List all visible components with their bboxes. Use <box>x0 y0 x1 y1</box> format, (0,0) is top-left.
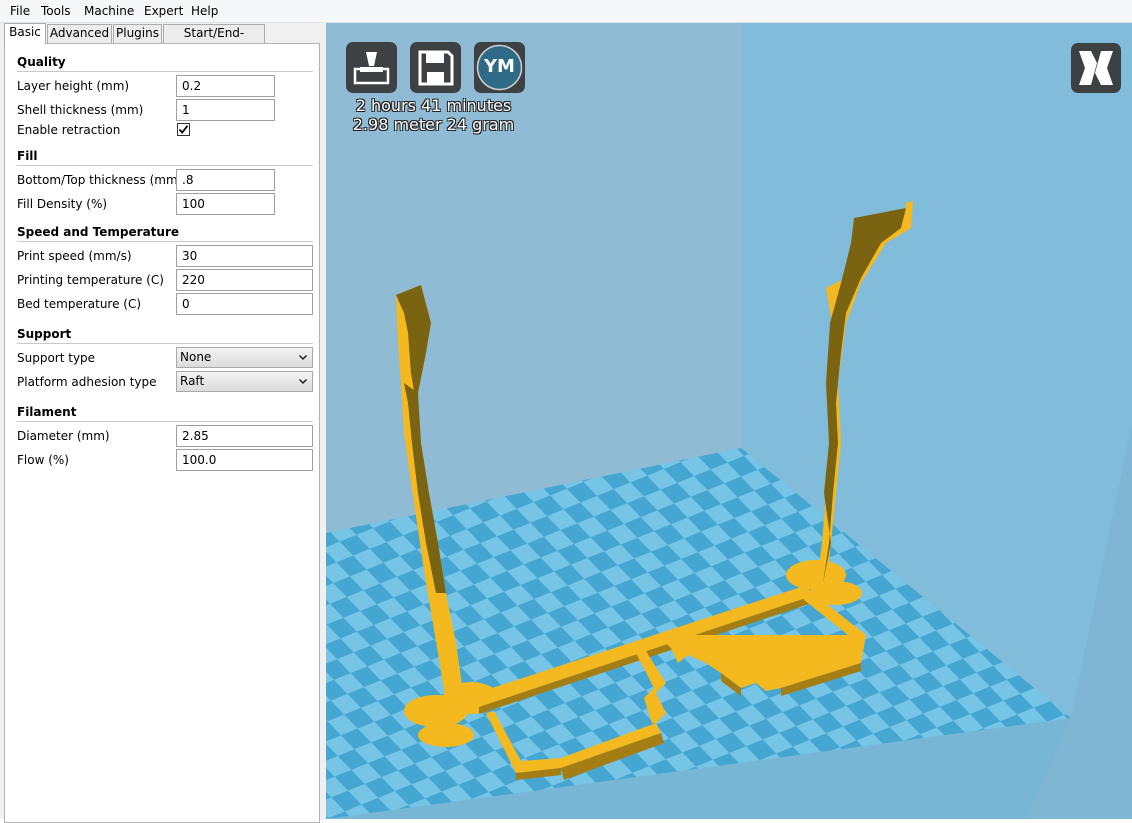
view-mode-button[interactable] <box>1071 43 1121 93</box>
build-volume-scene <box>326 23 1132 819</box>
bed-temperature-input[interactable] <box>176 293 313 315</box>
shell-thickness-label: Shell thickness (mm) <box>17 103 144 117</box>
retraction-label: Enable retraction <box>17 123 121 137</box>
save-toolpath-button[interactable] <box>410 42 461 93</box>
section-quality-header: Quality <box>17 55 66 69</box>
tab-basic[interactable]: Basic <box>4 23 46 44</box>
menu-bar: File Tools Machine Expert Help <box>0 0 1132 23</box>
youmagine-label: YM <box>484 56 515 77</box>
checkmark-icon <box>178 125 189 134</box>
menu-tools[interactable]: Tools <box>41 4 71 18</box>
tab-start-end-gcode[interactable]: Start/End-GCode <box>163 24 265 57</box>
platform-adhesion-label: Platform adhesion type <box>17 375 157 389</box>
tab-advanced[interactable]: Advanced <box>47 24 112 43</box>
chevron-down-icon <box>298 354 308 361</box>
section-divider <box>17 421 313 422</box>
section-divider <box>17 165 313 166</box>
section-divider <box>17 71 313 72</box>
save-toolpath-icon <box>418 50 454 86</box>
section-speed-header: Speed and Temperature <box>17 225 179 239</box>
retraction-checkbox[interactable] <box>177 123 190 136</box>
support-type-select[interactable]: None <box>176 347 313 368</box>
shell-thickness-input[interactable] <box>176 99 275 121</box>
fill-density-label: Fill Density (%) <box>17 197 108 211</box>
print-material-text: 2.98 meter 24 gram <box>352 115 515 134</box>
menu-file[interactable]: File <box>10 4 30 18</box>
layer-height-label: Layer height (mm) <box>17 79 130 93</box>
support-type-label: Support type <box>17 351 96 365</box>
flow-label: Flow (%) <box>17 453 69 467</box>
load-model-icon <box>353 52 390 85</box>
section-divider <box>17 343 313 344</box>
layer-height-input[interactable] <box>176 75 275 97</box>
section-support-header: Support <box>17 327 72 341</box>
print-speed-input[interactable] <box>176 245 313 267</box>
print-time-text: 2 hours 41 minutes <box>355 96 512 115</box>
tab-plugins[interactable]: Plugins <box>113 24 162 43</box>
printing-temperature-label: Printing temperature (C) <box>17 273 164 287</box>
section-divider <box>17 241 313 242</box>
bottom-top-thickness-label: Bottom/Top thickness (mm) <box>17 173 183 187</box>
printing-temperature-input[interactable] <box>176 269 313 291</box>
bottom-top-thickness-input[interactable] <box>176 169 275 191</box>
flow-input[interactable] <box>176 449 313 471</box>
diameter-label: Diameter (mm) <box>17 429 110 443</box>
menu-machine[interactable]: Machine <box>84 4 134 18</box>
bed-temperature-label: Bed temperature (C) <box>17 297 142 311</box>
diameter-input[interactable] <box>176 425 313 447</box>
chevron-down-icon <box>298 378 308 385</box>
youmagine-button[interactable]: YM <box>474 42 525 93</box>
platform-adhesion-select[interactable]: Raft <box>176 371 313 392</box>
support-type-value: None <box>180 350 212 364</box>
section-fill-header: Fill <box>17 149 38 163</box>
basic-settings-body: Quality Layer height (mm) Shell thicknes… <box>4 43 320 823</box>
fill-density-input[interactable] <box>176 193 275 215</box>
platform-adhesion-value: Raft <box>180 374 205 388</box>
print-speed-label: Print speed (mm/s) <box>17 249 132 263</box>
menu-expert[interactable]: Expert <box>144 4 183 18</box>
menu-help[interactable]: Help <box>191 4 218 18</box>
settings-panel: Basic Advanced Plugins Start/End-GCode Q… <box>0 23 326 823</box>
load-model-button[interactable] <box>346 42 397 93</box>
view-mode-icon <box>1079 51 1113 85</box>
section-filament-header: Filament <box>17 405 77 419</box>
3d-viewport[interactable]: YM 2 hours 41 minutes 2.98 meter 24 gram <box>326 23 1132 819</box>
